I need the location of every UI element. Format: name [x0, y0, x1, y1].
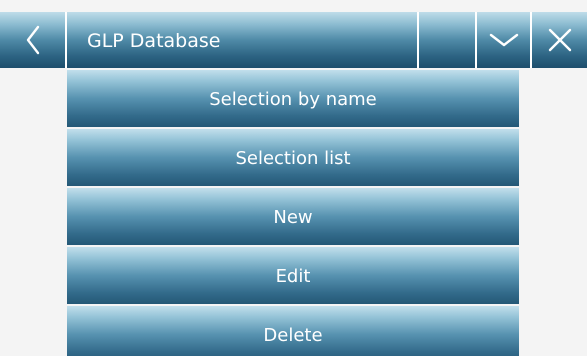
chevron-left-icon — [26, 25, 39, 55]
selection-list-button[interactable]: Selection list — [67, 129, 519, 186]
page-title: GLP Database — [87, 30, 221, 52]
dropdown-button[interactable] — [477, 12, 532, 68]
back-button[interactable] — [0, 12, 67, 68]
selection-by-name-button[interactable]: Selection by name — [67, 70, 519, 127]
title-panel: GLP Database — [67, 12, 419, 68]
blank-toolbar-slot — [419, 12, 477, 68]
menu-list: Selection by name Selection list New Edi… — [67, 70, 519, 356]
title-bar: GLP Database — [0, 0, 587, 68]
edit-button[interactable]: Edit — [67, 247, 519, 304]
delete-button[interactable]: Delete — [67, 306, 519, 356]
chevron-down-icon — [489, 33, 518, 47]
new-button[interactable]: New — [67, 188, 519, 245]
close-button[interactable] — [532, 12, 587, 68]
close-icon — [548, 28, 571, 52]
